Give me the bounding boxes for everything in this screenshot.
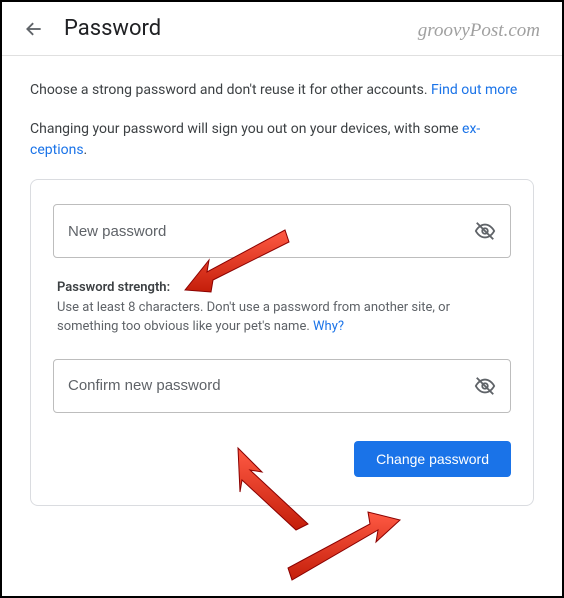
confirm-password-field-wrap [53,359,511,413]
annotation-arrow-icon [282,502,412,592]
confirm-password-input[interactable] [68,377,474,394]
toggle-visibility-icon[interactable] [474,375,496,397]
toggle-visibility-icon[interactable] [474,220,496,242]
watermark: groovyPost.com [418,20,540,42]
new-password-field-wrap [53,204,511,258]
page-title: Password [64,16,161,41]
strength-title: Password strength: [57,280,507,295]
intro-text-1: Choose a strong password and don't reuse… [30,82,431,98]
why-link[interactable]: Why? [313,319,344,334]
intro-text-2: Changing your password will sign you out… [30,121,462,137]
find-out-more-link[interactable]: Find out more [431,82,517,98]
actions-row: Change password [53,441,511,477]
back-arrow-icon[interactable] [22,17,46,41]
change-password-button[interactable]: Change password [354,441,511,477]
intro-text-2-suffix: . [84,142,88,158]
intro-line-2: Changing your password will sign you out… [30,119,534,161]
strength-text: Use at least 8 characters. Don't use a p… [57,299,507,337]
new-password-input[interactable] [68,223,474,240]
intro-line-1: Choose a strong password and don't reuse… [30,80,534,101]
password-card: Password strength: Use at least 8 charac… [30,179,534,506]
strength-desc: Use at least 8 characters. Don't use a p… [57,300,450,334]
content: Choose a strong password and don't reuse… [2,56,562,506]
password-strength-block: Password strength: Use at least 8 charac… [53,280,511,337]
